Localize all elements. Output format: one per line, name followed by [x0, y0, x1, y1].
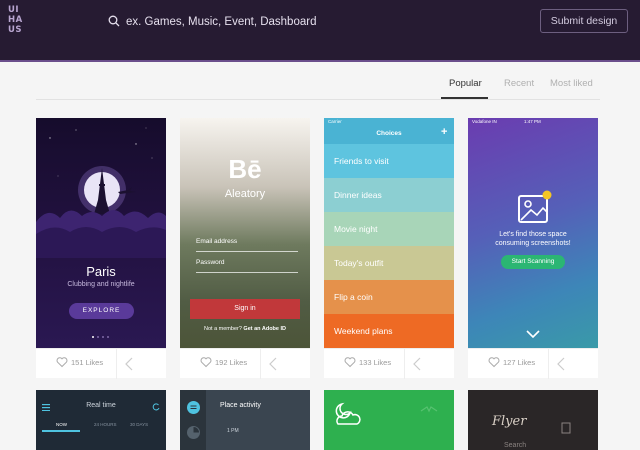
bird-icon: [420, 406, 438, 413]
logo-line: HA: [8, 15, 23, 25]
search-input[interactable]: [126, 11, 386, 33]
document-icon: [561, 422, 571, 434]
choice-row: Flip a coin: [324, 280, 454, 314]
share-icon: [557, 357, 565, 371]
refresh-icon: [152, 403, 160, 411]
screen-title: Paris: [86, 264, 116, 279]
design-screenshot[interactable]: Bē Aleatory Email address Password Sign …: [180, 118, 310, 348]
design-screenshot[interactable]: Vodafone IN 1:47 PM Let's find those spa…: [468, 118, 598, 348]
app-logo: Flyer: [492, 414, 527, 429]
likes-count: 192 Likes: [215, 358, 248, 367]
design-card[interactable]: [324, 390, 454, 450]
likes-count: 133 Likes: [359, 358, 392, 367]
design-card[interactable]: Vodafone IN 1:47 PM Let's find those spa…: [468, 118, 598, 379]
behance-logo: Bē: [228, 154, 262, 184]
choice-row: Weekend plans: [324, 314, 454, 348]
share-button[interactable]: [116, 349, 166, 379]
choice-row: Friends to visit: [324, 144, 454, 178]
heart-icon: [488, 357, 500, 368]
design-card[interactable]: Paris Clubbing and nightlife EXPLORE 151…: [36, 118, 166, 379]
email-field-label: Email address: [196, 238, 298, 252]
app-header: Carrier Choices +: [324, 118, 454, 144]
heart-icon: [56, 357, 68, 368]
tab-now: NOW: [56, 422, 67, 427]
screen-title: Place activity: [220, 402, 261, 409]
choice-row: Today's outfit: [324, 246, 454, 280]
image-icon: [518, 190, 552, 223]
design-screenshot[interactable]: Paris Clubbing and nightlife EXPLORE: [36, 118, 166, 348]
side-rail: [180, 390, 206, 450]
tab-most-liked[interactable]: Most liked: [550, 78, 593, 89]
screen-title: Aleatory: [224, 188, 266, 200]
heart-icon: [344, 357, 356, 368]
uihaus-logo[interactable]: UI HA US: [8, 5, 22, 35]
clock-label: 1:47 PM: [524, 119, 541, 124]
active-tab-indicator: [42, 430, 80, 432]
screen-subtitle: Clubbing and nightlife: [67, 281, 135, 288]
design-card[interactable]: Place activity 1 PM: [180, 390, 310, 450]
logo-line: US: [8, 25, 23, 35]
sign-in-button: Sign in: [190, 299, 300, 319]
sort-tabs: Popular Recent Most liked: [36, 62, 600, 100]
carrier-label: Carrier: [328, 119, 342, 124]
explore-button: EXPLORE: [69, 303, 134, 319]
chat-icon: [187, 401, 200, 414]
tab-24-hours: 24 HOURS: [94, 422, 117, 427]
member-text: Not a member?: [203, 326, 242, 332]
carrier-label: Vodafone IN: [472, 119, 497, 124]
password-field-label: Password: [196, 259, 298, 273]
design-card[interactable]: Bē Aleatory Email address Password Sign …: [180, 118, 310, 379]
time-label: 1 PM: [227, 428, 239, 434]
share-button[interactable]: [404, 349, 454, 379]
share-button[interactable]: [548, 349, 598, 379]
design-card[interactable]: Carrier Choices + Friends to visit Dinne…: [324, 118, 454, 379]
page-dots: [92, 336, 112, 339]
active-tab-indicator: [441, 97, 488, 99]
logo-line: UI: [8, 5, 20, 15]
choice-row: Movie night: [324, 212, 454, 246]
status-bar: Carrier: [324, 118, 454, 126]
search-icon: [108, 15, 120, 27]
tab-30-days: 30 DAYS: [130, 422, 149, 427]
card-footer: 151 Likes: [36, 348, 166, 379]
tab-popular[interactable]: Popular: [449, 78, 482, 89]
card-footer: 192 Likes: [180, 348, 310, 379]
card-footer: 127 Likes: [468, 348, 598, 379]
design-screenshot[interactable]: Carrier Choices + Friends to visit Dinne…: [324, 118, 454, 348]
plus-icon: +: [441, 126, 448, 138]
scan-prompt-text: Let's find those space consuming screens…: [495, 231, 571, 247]
heart-icon: [200, 357, 212, 368]
share-button[interactable]: [260, 349, 310, 379]
tab-recent[interactable]: Recent: [504, 78, 534, 89]
status-bar: Vodafone IN 1:47 PM: [468, 118, 598, 126]
search-box: [106, 11, 386, 33]
screen-title: Real time: [86, 402, 116, 409]
design-card[interactable]: Flyer Search: [468, 390, 598, 450]
start-scanning-button: Start Scanning: [501, 255, 565, 269]
member-note: Not a member? Get an Adobe ID: [180, 326, 310, 332]
cloud-moon-icon: [335, 402, 361, 425]
clock-icon: [187, 426, 200, 439]
choice-row: Dinner ideas: [324, 178, 454, 212]
card-footer: 133 Likes: [324, 348, 454, 379]
design-card[interactable]: Real time NOW 24 HOURS 30 DAYS: [36, 390, 166, 450]
likes-count: 127 Likes: [503, 358, 536, 367]
search-label: Search: [504, 442, 527, 449]
screen-title: Choices: [376, 130, 402, 137]
top-header: UI HA US Submit design: [0, 0, 640, 62]
share-icon: [269, 357, 277, 371]
submit-design-button[interactable]: Submit design: [540, 9, 628, 33]
share-icon: [413, 357, 421, 371]
likes-count: 151 Likes: [71, 358, 104, 367]
share-icon: [125, 357, 133, 371]
adobe-id-link: Get an Adobe ID: [243, 326, 286, 332]
chevron-down-icon: [526, 330, 540, 338]
